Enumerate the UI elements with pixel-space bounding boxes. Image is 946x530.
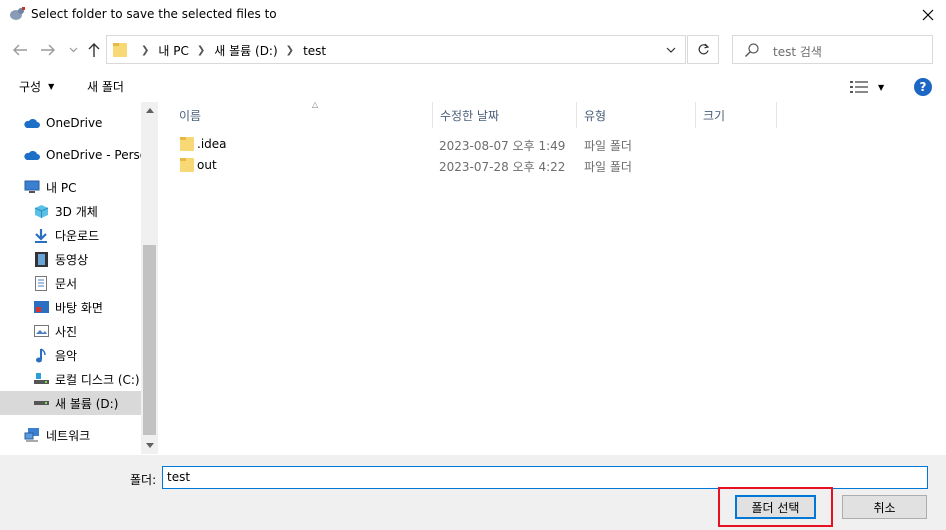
- download-icon: [33, 227, 49, 243]
- close-icon: [922, 9, 934, 21]
- file-modified: 2023-08-07 오후 1:49: [439, 139, 566, 153]
- refresh-icon: [698, 43, 709, 55]
- column-header-type[interactable]: 유형: [577, 102, 696, 128]
- arrow-right-icon: [41, 44, 55, 56]
- sidebar-item-volume-d[interactable]: 새 볼륨 (D:): [0, 391, 141, 415]
- sidebar-item-onedrive[interactable]: OneDrive: [0, 111, 141, 135]
- sort-ascending-icon: △: [312, 100, 319, 109]
- folder-icon: [180, 137, 194, 151]
- file-modified: 2023-07-28 오후 4:22: [439, 160, 566, 174]
- column-header-size[interactable]: 크기: [696, 102, 777, 128]
- cloud-icon: [24, 115, 40, 131]
- caret-down-icon: [145, 443, 154, 448]
- forward-button[interactable]: [38, 40, 58, 60]
- network-icon: [24, 427, 40, 443]
- caret-up-icon: [145, 108, 154, 113]
- file-name: .idea: [197, 137, 227, 151]
- dialog-footer: 폴더: test 폴더 선택 취소: [0, 455, 946, 530]
- window-title: Select folder to save the selected files…: [31, 7, 277, 21]
- breadcrumb-test[interactable]: test: [303, 44, 326, 58]
- navigation-pane: OneDrive OneDrive - Personal 내 PC 3D 개체 …: [0, 102, 158, 454]
- breadcrumb-my-pc[interactable]: 내 PC: [158, 42, 188, 59]
- organize-button[interactable]: 구성 ▼: [19, 78, 54, 95]
- sidebar-item-videos[interactable]: 동영상: [0, 247, 141, 271]
- sidebar-item-3d-objects[interactable]: 3D 개체: [0, 199, 141, 223]
- chevron-right-icon: ❯: [141, 45, 150, 56]
- chevron-down-icon: [666, 47, 676, 53]
- app-icon: [10, 7, 25, 20]
- help-button[interactable]: ?: [914, 78, 932, 96]
- search-input[interactable]: test 검색: [732, 35, 933, 64]
- view-mode-button[interactable]: ▼: [850, 79, 888, 95]
- file-name: out: [197, 158, 217, 172]
- sidebar-item-downloads[interactable]: 다운로드: [0, 223, 141, 247]
- folder-label: 폴더:: [130, 473, 157, 487]
- select-folder-button[interactable]: 폴더 선택: [735, 495, 816, 519]
- column-header-modified[interactable]: 수정한 날짜: [433, 102, 577, 128]
- sidebar-item-desktop[interactable]: 바탕 화면: [0, 295, 141, 319]
- drive-icon: [33, 395, 49, 411]
- drive-icon: [33, 371, 49, 387]
- sidebar-item-local-disk-c[interactable]: 로컬 디스크 (C:): [0, 367, 141, 391]
- search-placeholder: test 검색: [773, 45, 822, 59]
- chevron-right-icon[interactable]: ❯: [286, 45, 294, 56]
- breadcrumb-drive-d[interactable]: 새 볼륨 (D:): [214, 42, 277, 59]
- details-view-icon: [850, 81, 868, 93]
- scrollbar-thumb[interactable]: [143, 245, 156, 435]
- scroll-down-button[interactable]: [141, 437, 158, 454]
- address-bar[interactable]: ❯ 내 PC ❯ 새 볼륨 (D:) ❯ test: [106, 35, 686, 64]
- title-bar: Select folder to save the selected files…: [0, 0, 946, 30]
- search-icon: [745, 43, 759, 57]
- file-type: 파일 폴더: [584, 160, 632, 174]
- sidebar-item-network[interactable]: 네트워크: [0, 423, 141, 447]
- sidebar-item-onedrive-personal[interactable]: OneDrive - Personal: [0, 143, 141, 167]
- navigation-scrollbar[interactable]: [141, 102, 158, 454]
- computer-icon: [24, 179, 40, 195]
- sidebar-item-music[interactable]: 음악: [0, 343, 141, 367]
- file-list: 이름 △ 수정한 날짜 유형 크기 .idea 2023-08-07 오후 1:…: [158, 100, 946, 454]
- table-row[interactable]: .idea 2023-08-07 오후 1:49 파일 폴더: [175, 134, 685, 155]
- sidebar-item-pictures[interactable]: 사진: [0, 319, 141, 343]
- document-icon: [33, 275, 49, 291]
- scroll-up-button[interactable]: [141, 102, 158, 119]
- picture-icon: [33, 323, 49, 339]
- cloud-icon: [24, 147, 40, 163]
- folder-icon: [180, 158, 194, 172]
- video-icon: [33, 251, 49, 267]
- folder-name-input[interactable]: test: [162, 466, 928, 489]
- address-history-dropdown[interactable]: [663, 44, 679, 56]
- music-icon: [33, 347, 49, 363]
- folder-icon: [113, 43, 127, 57]
- sidebar-item-documents[interactable]: 문서: [0, 271, 141, 295]
- file-type: 파일 폴더: [584, 139, 632, 153]
- back-button[interactable]: [10, 40, 30, 60]
- organize-label: 구성: [19, 80, 42, 94]
- close-button[interactable]: [910, 0, 946, 30]
- breadcrumb: ❯ 내 PC ❯ 새 볼륨 (D:) ❯ test: [133, 42, 326, 59]
- table-row[interactable]: out 2023-07-28 오후 4:22 파일 폴더: [175, 155, 685, 176]
- cancel-button[interactable]: 취소: [842, 495, 927, 519]
- caret-down-icon: ▼: [878, 82, 885, 92]
- new-folder-button[interactable]: 새 폴더: [87, 78, 124, 95]
- arrow-up-icon: [88, 43, 100, 57]
- chevron-right-icon[interactable]: ❯: [197, 45, 205, 56]
- caret-down-icon: ▼: [48, 82, 55, 91]
- refresh-button[interactable]: [687, 35, 719, 64]
- desktop-icon: [33, 299, 49, 315]
- sidebar-item-my-pc[interactable]: 내 PC: [0, 175, 141, 199]
- command-bar: 구성 ▼ 새 폴더 ▼ ?: [0, 72, 946, 102]
- arrow-left-icon: [13, 44, 27, 56]
- recent-locations-button[interactable]: [66, 42, 80, 58]
- cube-icon: [33, 203, 49, 219]
- chevron-down-icon: [69, 47, 77, 53]
- highlight-box: 폴더 선택: [718, 487, 833, 527]
- column-header-name[interactable]: 이름 △: [172, 100, 433, 128]
- up-button[interactable]: [84, 40, 104, 60]
